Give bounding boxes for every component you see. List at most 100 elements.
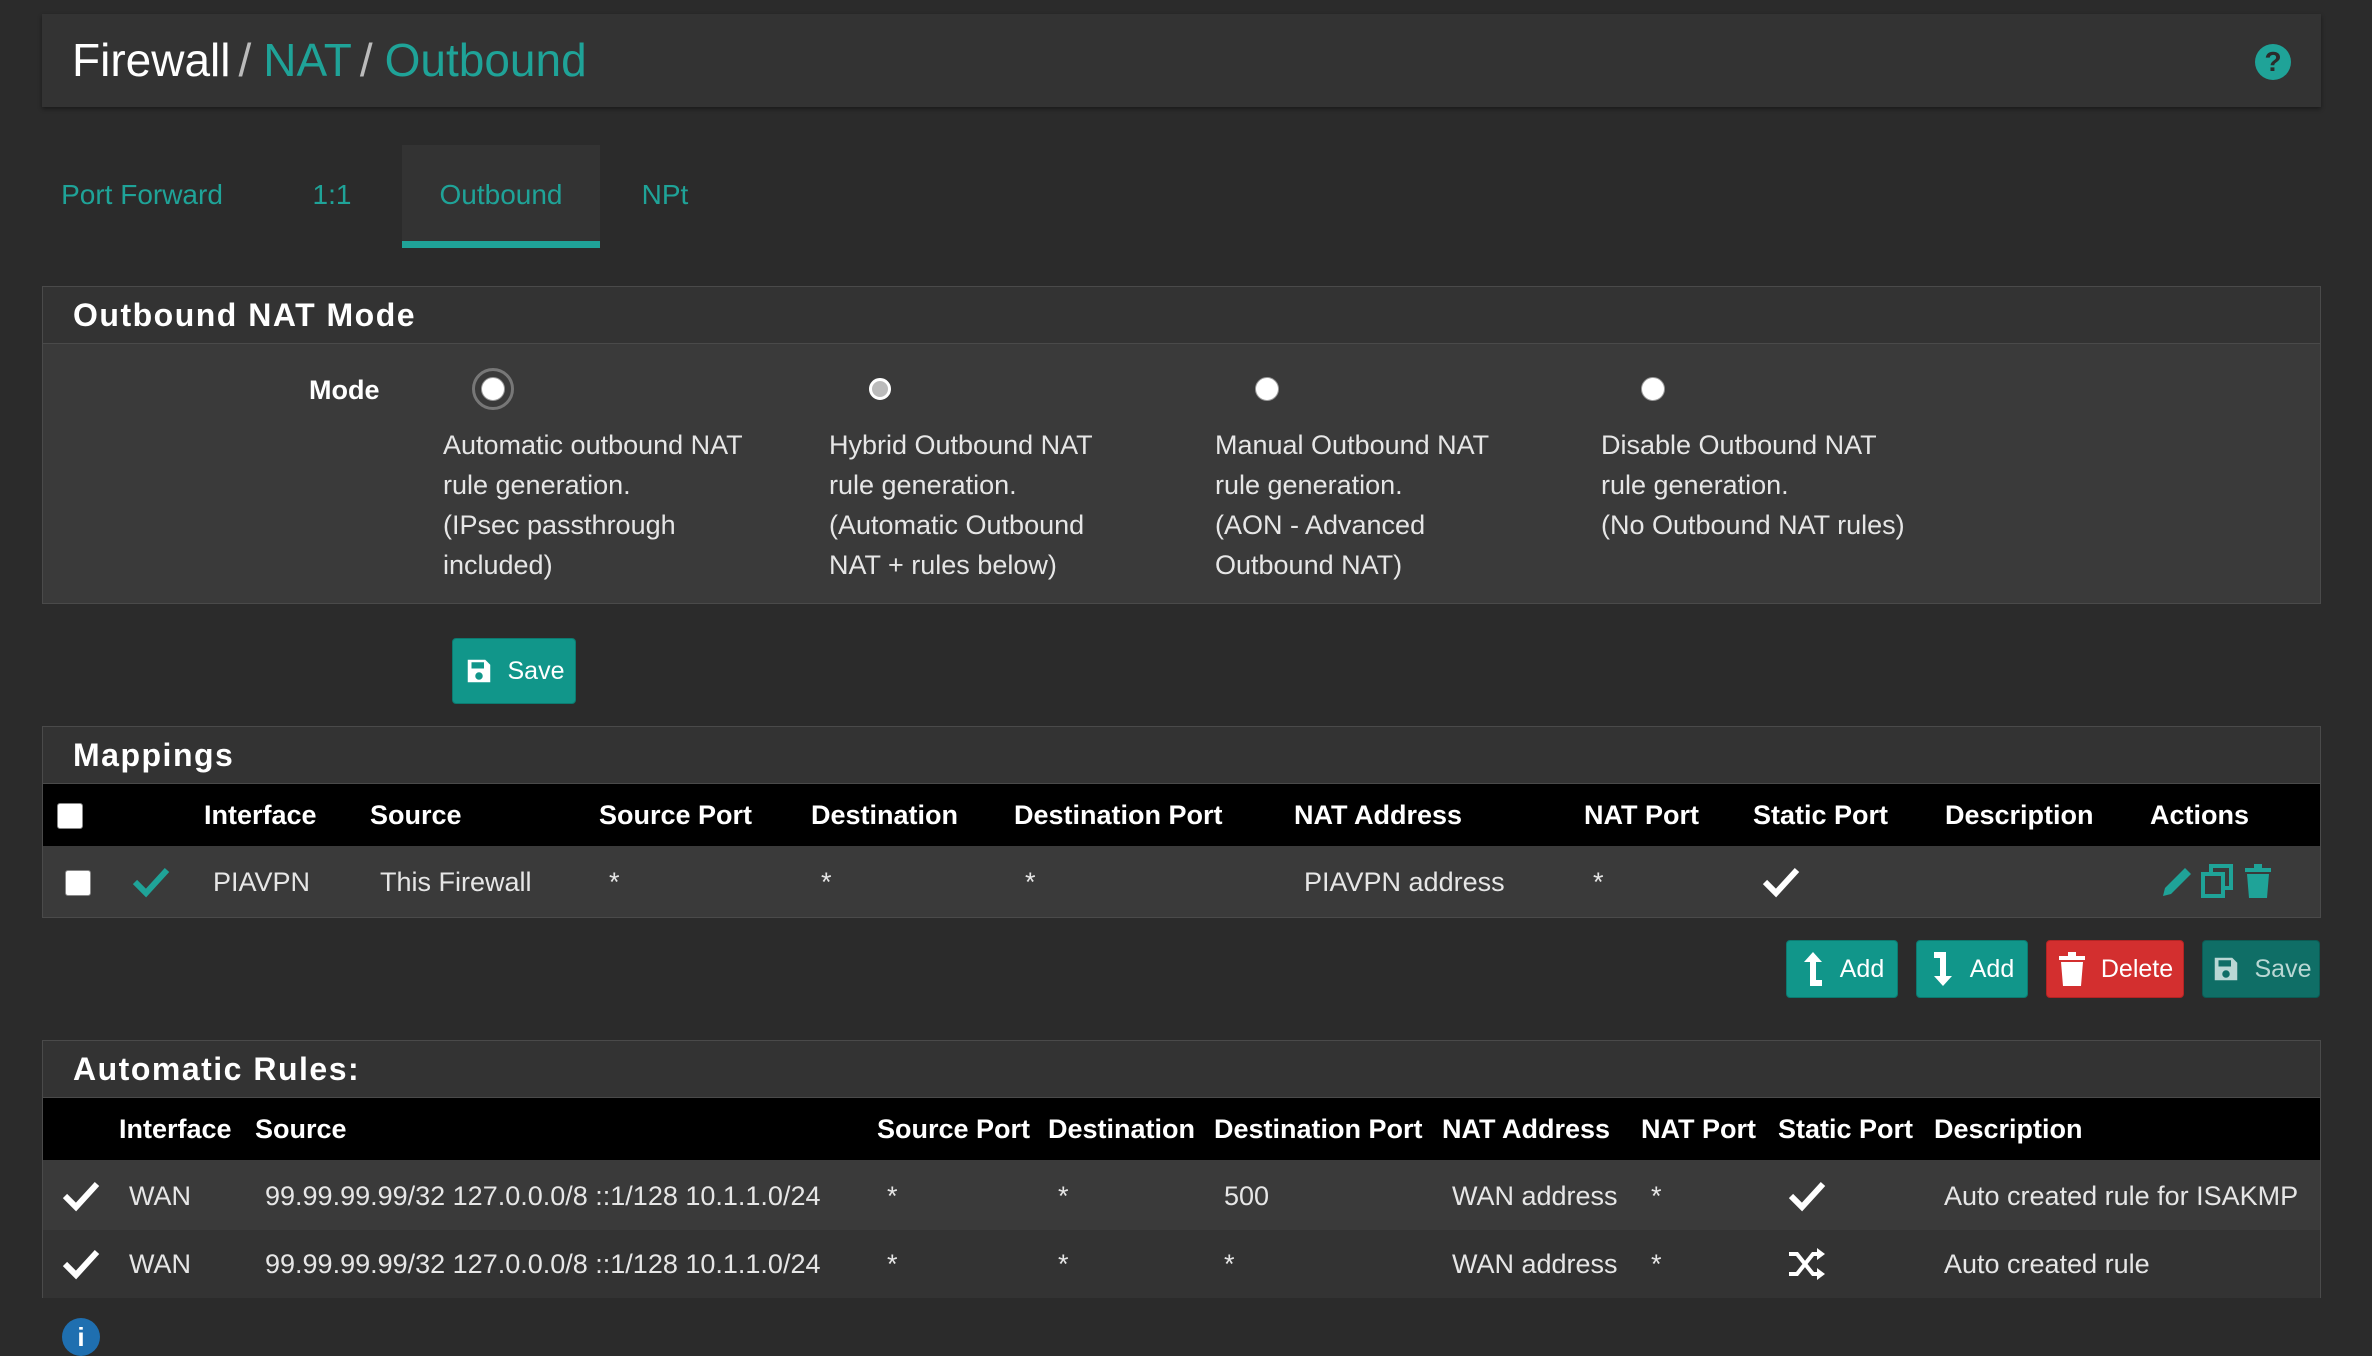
row-description: Auto created rule for ISAKMP <box>1944 1181 2299 1211</box>
col-destination-port: Destination Port <box>1014 800 1223 830</box>
row-nat-address: PIAVPN address <box>1304 867 1505 897</box>
col-source: Source <box>370 800 462 830</box>
row-nat-address: WAN address <box>1452 1249 1618 1279</box>
add-rule-bottom-button[interactable]: Add <box>1916 940 2028 998</box>
panel-title: Automatic Rules: <box>43 1041 2320 1098</box>
table-row[interactable]: PIAVPN This Firewall * * * PIAVPN addres… <box>43 848 2320 916</box>
arrow-up-turn-icon <box>1803 952 1822 986</box>
check-icon <box>1761 848 1801 916</box>
row-interface: PIAVPN <box>213 867 311 897</box>
row-source: 99.99.99.99/32 127.0.0.0/8 ::1/128 10.1.… <box>265 1249 821 1279</box>
mode-save-label: Save <box>507 656 565 685</box>
row-destination: * <box>1058 1249 1069 1279</box>
row-source-port: * <box>609 867 620 897</box>
breadcrumb-outbound-link[interactable]: Outbound <box>385 34 587 86</box>
col-interface: Interface <box>204 800 317 830</box>
col-static-port: Static Port <box>1778 1114 1914 1144</box>
mode-automatic-label: Automatic outbound NAT rule generation. … <box>443 430 743 580</box>
page-header: Firewall / NAT / Outbound ? <box>42 14 2321 107</box>
select-all-checkbox[interactable] <box>57 803 83 829</box>
breadcrumb-firewall: Firewall <box>72 34 231 86</box>
tab-npt[interactable]: NPt <box>620 145 710 241</box>
row-destination: * <box>1058 1181 1069 1211</box>
row-destination-port: * <box>1224 1249 1235 1279</box>
col-nat-port: NAT Port <box>1584 800 1699 830</box>
row-nat-port: * <box>1593 867 1604 897</box>
breadcrumb-separator: / <box>238 34 252 86</box>
row-nat-port: * <box>1651 1181 1662 1211</box>
col-destination-port: Destination Port <box>1214 1114 1423 1144</box>
table-row: WAN 99.99.99.99/32 127.0.0.0/8 ::1/128 1… <box>43 1162 2320 1230</box>
row-description: Auto created rule <box>1944 1249 2150 1279</box>
breadcrumb-nat-link[interactable]: NAT <box>263 34 352 86</box>
row-source: 99.99.99.99/32 127.0.0.0/8 ::1/128 10.1.… <box>265 1181 821 1211</box>
breadcrumb: Firewall / NAT / Outbound <box>72 14 587 107</box>
row-source: This Firewall <box>380 867 532 897</box>
row-nat-port: * <box>1651 1249 1662 1279</box>
trash-icon[interactable] <box>2241 848 2275 916</box>
info-icon[interactable]: i <box>62 1318 100 1356</box>
mode-disable-radio[interactable] <box>1641 377 1665 401</box>
mode-manual-radio[interactable] <box>1255 377 1279 401</box>
copy-icon[interactable] <box>2199 848 2235 916</box>
col-destination: Destination <box>811 800 959 830</box>
mode-hybrid-radio[interactable] <box>869 378 891 400</box>
col-destination: Destination <box>1048 1114 1196 1144</box>
auto-rules-table-header: Interface Source Source Port Destination… <box>43 1098 2320 1160</box>
col-nat-port: NAT Port <box>1641 1114 1756 1144</box>
col-nat-address: NAT Address <box>1442 1114 1611 1144</box>
col-description: Description <box>1945 800 2094 830</box>
check-icon <box>61 1230 101 1298</box>
tab-outbound[interactable]: Outbound <box>402 145 600 248</box>
question-circle-icon[interactable]: ? <box>2255 44 2291 80</box>
mode-automatic-radio[interactable] <box>472 368 514 410</box>
row-destination-port: 500 <box>1224 1181 1270 1211</box>
col-description: Description <box>1934 1114 2083 1144</box>
row-nat-address: WAN address <box>1452 1181 1618 1211</box>
col-source: Source <box>255 1114 347 1144</box>
add-top-label: Add <box>1839 954 1885 983</box>
col-static-port: Static Port <box>1753 800 1889 830</box>
panel-title: Outbound NAT Mode <box>43 287 2320 344</box>
outbound-nat-mode-panel: Outbound NAT Mode Mode Automatic outboun… <box>42 286 2321 604</box>
col-source-port: Source Port <box>877 1114 1031 1144</box>
mode-hybrid-label: Hybrid Outbound NAT rule generation. (Au… <box>829 430 1093 580</box>
row-destination: * <box>821 867 832 897</box>
row-select-checkbox[interactable] <box>65 870 91 896</box>
mode-disable-label: Disable Outbound NAT rule generation. (N… <box>1601 430 1905 540</box>
row-interface: WAN <box>129 1181 191 1211</box>
row-source-port: * <box>887 1249 898 1279</box>
check-icon <box>1787 1162 1827 1230</box>
panel-title: Mappings <box>43 727 2320 784</box>
delete-button[interactable]: Delete <box>2046 940 2184 998</box>
automatic-rules-panel: Automatic Rules: Interface Source Source… <box>42 1040 2321 1298</box>
delete-label: Delete <box>2100 954 2174 983</box>
table-row: WAN 99.99.99.99/32 127.0.0.0/8 ::1/128 1… <box>43 1230 2320 1298</box>
breadcrumb-separator: / <box>359 34 373 86</box>
mappings-table-header: Interface Source Source Port Destination… <box>43 784 2320 846</box>
add-rule-top-button[interactable]: Add <box>1786 940 1898 998</box>
check-icon <box>61 1162 101 1230</box>
mode-save-button[interactable]: Save <box>452 638 576 704</box>
mode-manual-label: Manual Outbound NAT rule generation. (AO… <box>1215 430 1490 580</box>
mappings-save-button[interactable]: Save <box>2202 940 2320 998</box>
col-actions: Actions <box>2150 800 2250 830</box>
add-bottom-label: Add <box>1969 954 2015 983</box>
mode-label: Mode <box>309 375 380 405</box>
row-destination-port: * <box>1025 867 1036 897</box>
col-nat-address: NAT Address <box>1294 800 1463 830</box>
row-source-port: * <box>887 1181 898 1211</box>
trash-icon <box>2058 952 2085 986</box>
floppy-disk-icon <box>2214 957 2237 981</box>
tab-port-forward[interactable]: Port Forward <box>42 145 242 241</box>
arrow-down-turn-icon <box>1933 952 1952 986</box>
pencil-icon[interactable] <box>2157 848 2193 916</box>
col-source-port: Source Port <box>599 800 753 830</box>
mappings-panel: Mappings Interface Source Source Port De… <box>42 726 2321 918</box>
floppy-disk-icon <box>467 659 490 683</box>
mappings-save-label: Save <box>2254 954 2312 983</box>
col-interface: Interface <box>119 1114 232 1144</box>
check-icon[interactable] <box>131 848 171 916</box>
shuffle-icon <box>1787 1230 1827 1298</box>
tab-one-to-one[interactable]: 1:1 <box>282 145 382 241</box>
